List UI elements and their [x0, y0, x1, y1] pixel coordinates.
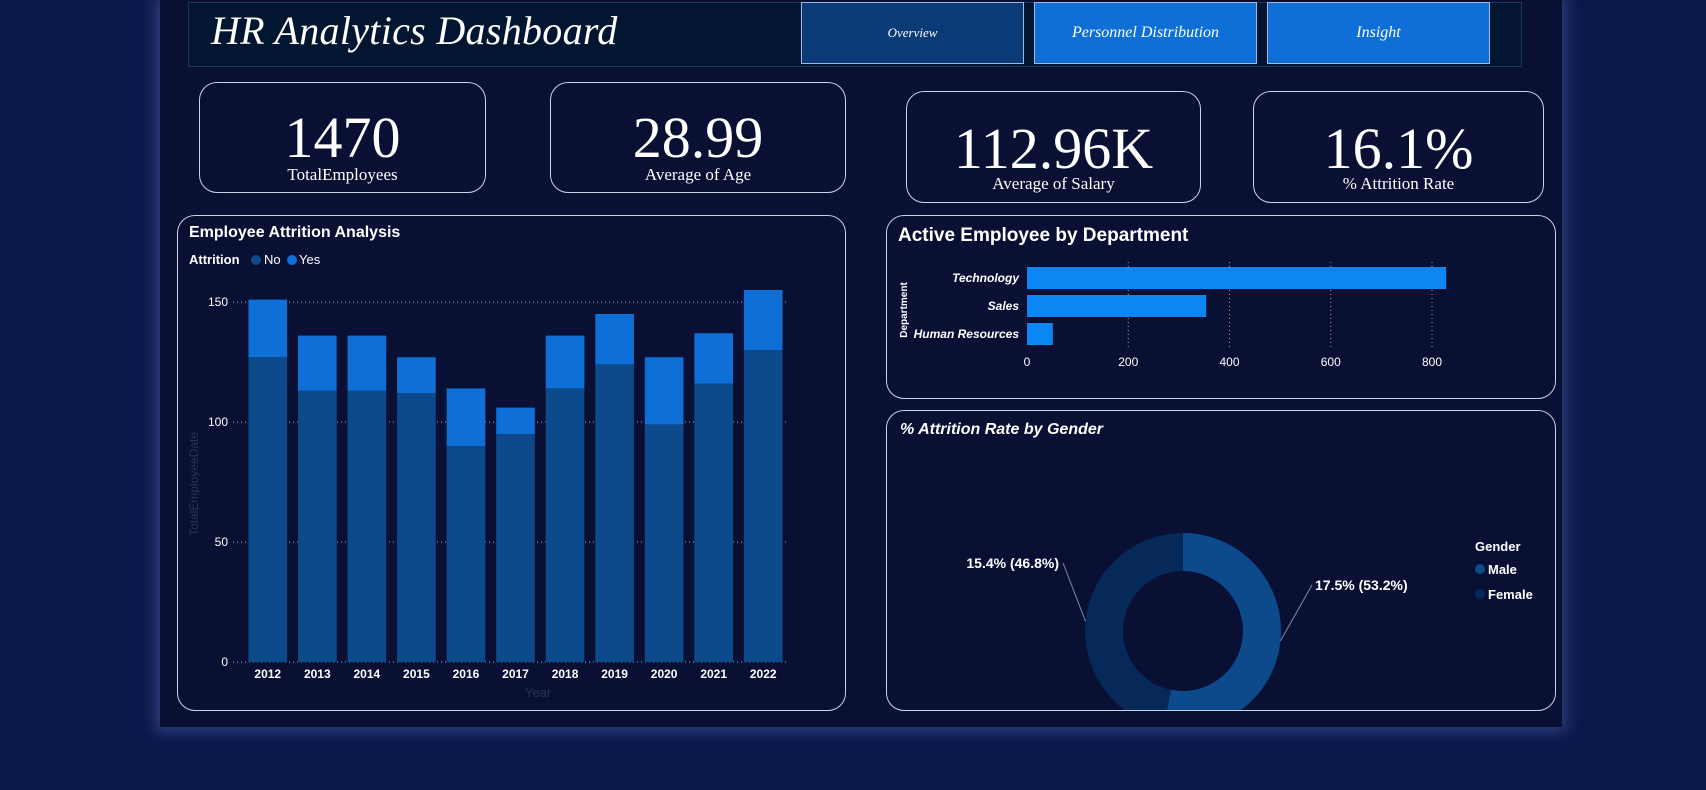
kpi-label: Average of Age — [644, 165, 752, 184]
tab-insight[interactable]: Insight — [1267, 2, 1490, 64]
x-tick-label: 2018 — [552, 667, 579, 681]
x-tick-label: 600 — [1321, 355, 1341, 369]
kpi-label: TotalEmployees — [287, 165, 398, 184]
bar-no-2012 — [248, 357, 288, 662]
y-tick-label: Human Resources — [914, 327, 1020, 341]
leader-line — [1062, 562, 1086, 622]
slice-female — [1085, 533, 1183, 710]
y-tick-label: 0 — [221, 655, 228, 669]
bar-no-2016 — [446, 446, 486, 662]
kpi-value: 16.1% — [1323, 116, 1474, 181]
x-tick-label: 0 — [1024, 355, 1031, 369]
kpi-label: % Attrition Rate — [1342, 174, 1455, 193]
kpi-card-average-age: 28.99 Average of Age — [550, 82, 846, 193]
x-tick-label: 2014 — [354, 667, 381, 681]
x-tick-label: 200 — [1118, 355, 1138, 369]
legend-marker-male — [1475, 564, 1485, 574]
bar-no-2018 — [545, 388, 585, 662]
bar-yes-2012 — [248, 299, 288, 358]
gender-chart-card: % Attrition Rate by Gender 17.5% (53.2%)… — [886, 410, 1556, 711]
leader-line — [1280, 584, 1313, 642]
bar-no-2019 — [595, 364, 634, 662]
bar-yes-2017 — [496, 407, 535, 434]
y-tick-label: Sales — [988, 299, 1020, 313]
legend-title: Attrition — [189, 252, 240, 267]
x-tick-label: 2017 — [502, 667, 529, 681]
x-tick-label: 2019 — [601, 667, 628, 681]
legend-title: Gender — [1475, 539, 1521, 554]
bar-yes-2015 — [397, 357, 436, 394]
bar-human-resources — [1027, 323, 1053, 345]
department-bar-chart: 0 200 400 600 800 Department Technology Sales Hu… — [899, 262, 1447, 369]
x-tick-label: 2013 — [304, 667, 331, 681]
page-title: HR Analytics Dashboard — [211, 8, 618, 53]
x-tick-label: 2021 — [700, 667, 727, 681]
legend-label-no: No — [264, 252, 281, 267]
bar-yes-2013 — [297, 335, 337, 391]
kpi-label: Average of Salary — [992, 174, 1115, 193]
x-tick-label: 2020 — [651, 667, 678, 681]
kpi-value: 112.96K — [953, 116, 1154, 181]
y-tick-label: Technology — [952, 271, 1020, 285]
legend-marker-no — [251, 255, 261, 265]
legend-marker-yes — [287, 255, 297, 265]
bar-no-2015 — [397, 393, 436, 662]
bar-no-2017 — [496, 434, 535, 662]
legend-marker-female — [1475, 589, 1485, 599]
y-tick-label: 50 — [215, 535, 229, 549]
x-tick-label: 2022 — [750, 667, 777, 681]
bar-yes-2016 — [446, 388, 486, 446]
bar-no-2022 — [743, 350, 783, 662]
legend-label-yes: Yes — [299, 252, 321, 267]
kpi-card-total-employees: 1470 TotalEmployees — [199, 82, 486, 193]
bar-no-2020 — [644, 424, 684, 662]
y-axis-title: TotalEmployeeDate — [187, 432, 201, 536]
x-tick-label: 400 — [1219, 355, 1239, 369]
y-axis-title: Department — [899, 282, 910, 338]
y-tick-label: 100 — [208, 415, 228, 429]
kpi-value: 28.99 — [632, 105, 764, 170]
bar-technology — [1027, 267, 1447, 289]
bar-yes-2014 — [347, 335, 387, 391]
bar-yes-2020 — [644, 357, 684, 425]
bar-yes-2021 — [694, 333, 734, 384]
x-tick-label: 800 — [1422, 355, 1442, 369]
x-axis-title: Year — [525, 685, 552, 700]
department-chart-card: Active Employee by Department 0 200 400 600… — [886, 215, 1556, 399]
gender-donut-chart: 17.5% (53.2%) 15.4% (46.8%) Gender Male Fema… — [966, 533, 1533, 710]
bar-yes-2018 — [545, 335, 585, 389]
bar-yes-2019 — [595, 314, 634, 365]
dashboard-canvas: HR Analytics Dashboard Overview Personne… — [160, 0, 1562, 727]
attrition-chart-card: Employee Attrition Analysis Attrition No Y… — [177, 215, 846, 711]
x-tick-label: 2015 — [403, 667, 430, 681]
legend-label-female: Female — [1488, 587, 1533, 602]
tab-overview[interactable]: Overview — [801, 2, 1024, 64]
bar-sales — [1027, 295, 1207, 317]
legend-label-male: Male — [1488, 562, 1517, 577]
bar-yes-2022 — [743, 290, 783, 350]
attrition-bar-chart: Attrition No Yes 0 50 100 150 TotalEmployeeDate… — [187, 252, 788, 700]
bar-no-2013 — [297, 390, 337, 662]
kpi-card-attrition-rate: 16.1% % Attrition Rate — [1253, 91, 1544, 203]
kpi-card-average-salary: 112.96K Average of Salary — [906, 91, 1201, 203]
bar-no-2021 — [694, 383, 734, 662]
x-tick-label: 2016 — [453, 667, 480, 681]
bar-no-2014 — [347, 390, 387, 662]
x-tick-label: 2012 — [254, 667, 281, 681]
y-tick-label: 150 — [208, 295, 228, 309]
tab-personnel-distribution[interactable]: Personnel Distribution — [1034, 2, 1257, 64]
kpi-value: 1470 — [284, 105, 401, 170]
data-label-male: 17.5% (53.2%) — [1315, 577, 1408, 593]
data-label-female: 15.4% (46.8%) — [966, 555, 1059, 571]
